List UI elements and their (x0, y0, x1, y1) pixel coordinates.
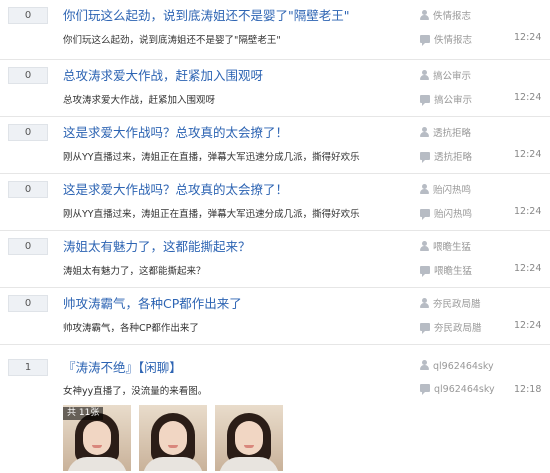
thread-abstract: 总攻涛求爱大作战，赶紧加入围观呀 (63, 95, 216, 106)
thread-author[interactable]: 夯民政局腊 (420, 296, 481, 310)
user-icon (420, 241, 429, 251)
author-name[interactable]: 贻闪热鸣 (433, 185, 471, 196)
thread-title-link[interactable]: 帅攻涛霸气，各种CP都作出来了 (63, 293, 242, 312)
last-replier[interactable]: ql962464sky (420, 384, 495, 395)
author-name[interactable]: 搞公审示 (433, 71, 471, 82)
thumbnail-image[interactable]: 共 11张 (63, 405, 131, 471)
thread-abstract: 涛姐太有魅力了，这都能撕起来？ (63, 266, 206, 277)
reply-time: 12:24 (514, 206, 542, 217)
reply-time: 12:24 (514, 32, 542, 43)
thread-row: 0 你们玩这么起劲，说到底涛姐还不是婴了"隔壁老王" 你们玩这么起劲，说到底涛姐… (0, 0, 550, 60)
last-replier[interactable]: 透抗拒略 (420, 149, 472, 163)
last-replier[interactable]: 喂瞻生猛 (420, 263, 472, 277)
thread-row: 0 这是求爱大作战吗？总攻真的太会撩了！ 刚从YY直播过来，涛姐正在直播，弹幕大… (0, 117, 550, 174)
last-replier[interactable]: 搞公审示 (420, 92, 472, 106)
last-replier-name[interactable]: 夯民政局腊 (434, 323, 482, 334)
reply-count: 0 (8, 238, 48, 255)
user-icon (420, 70, 429, 80)
reply-bubble-icon (420, 95, 430, 106)
thread-list: 0 你们玩这么起劲，说到底涛姐还不是婴了"隔壁老王" 你们玩这么起劲，说到底涛姐… (0, 0, 550, 473)
last-replier-name[interactable]: 贻闪热鸣 (434, 209, 472, 220)
reply-count: 0 (8, 7, 48, 24)
reply-count: 1 (8, 359, 48, 376)
reply-time: 12:24 (514, 92, 542, 103)
thread-title-link[interactable]: 这是求爱大作战吗？总攻真的太会撩了！ (63, 179, 288, 198)
thread-abstract: 刚从YY直播过来，涛姐正在直播，弹幕大军迅速分成几派，撕得好欢乐 (63, 152, 360, 163)
reply-time: 12:18 (514, 384, 542, 395)
user-icon (420, 360, 429, 370)
author-name[interactable]: 夯民政局腊 (433, 299, 481, 310)
thread-author[interactable]: 佚情报志 (420, 8, 471, 22)
reply-bubble-icon (420, 209, 430, 220)
author-name[interactable]: 透抗拒略 (433, 128, 471, 139)
thread-title-link[interactable]: 总攻涛求爱大作战，赶紧加入围观呀 (63, 65, 263, 84)
reply-count: 0 (8, 67, 48, 84)
thread-title-link[interactable]: 这是求爱大作战吗？总攻真的太会撩了！ (63, 122, 288, 141)
last-replier-name[interactable]: 喂瞻生猛 (434, 266, 472, 277)
thread-author[interactable]: 透抗拒略 (420, 125, 471, 139)
reply-count: 0 (8, 181, 48, 198)
thread-row: 1 『涛涛不绝』【闲聊】 女神yy直播了，没流量的来看图。 ql962464sk… (0, 345, 550, 473)
thread-row: 0 这是求爱大作战吗？总攻真的太会撩了！ 刚从YY直播过来，涛姐正在直播，弹幕大… (0, 174, 550, 231)
thread-row: 0 总攻涛求爱大作战，赶紧加入围观呀 总攻涛求爱大作战，赶紧加入围观呀 搞公审示… (0, 60, 550, 117)
thread-abstract: 女神yy直播了，没流量的来看图。 (63, 386, 208, 397)
user-icon (420, 298, 429, 308)
last-replier[interactable]: 贻闪热鸣 (420, 206, 472, 220)
thumbnail-image[interactable] (139, 405, 207, 471)
author-name[interactable]: 佚情报志 (433, 11, 471, 22)
reply-bubble-icon (420, 266, 430, 277)
reply-bubble-icon (420, 35, 430, 46)
thread-title-link[interactable]: 『涛涛不绝』【闲聊】 (63, 357, 182, 376)
author-name[interactable]: ql962464sky (433, 361, 494, 372)
image-count-badge: 共 11张 (63, 407, 104, 420)
user-icon (420, 127, 429, 137)
thread-author[interactable]: 喂瞻生猛 (420, 239, 471, 253)
user-icon (420, 10, 429, 20)
thumbnail-image[interactable] (215, 405, 283, 471)
thread-title-link[interactable]: 你们玩这么起劲，说到底涛姐还不是婴了"隔壁老王" (63, 5, 350, 24)
thread-author[interactable]: 贻闪热鸣 (420, 182, 471, 196)
reply-time: 12:24 (514, 263, 542, 274)
last-replier-name[interactable]: ql962464sky (434, 384, 495, 395)
reply-bubble-icon (420, 152, 430, 163)
thread-title-link[interactable]: 涛姐太有魅力了，这都能撕起来？ (63, 236, 251, 255)
thread-abstract: 你们玩这么起劲，说到底涛姐还不是婴了"隔壁老王" (63, 35, 281, 46)
last-replier-name[interactable]: 佚情报志 (434, 35, 472, 46)
reply-time: 12:24 (514, 320, 542, 331)
last-replier[interactable]: 佚情报志 (420, 32, 472, 46)
user-icon (420, 184, 429, 194)
thread-row: 0 帅攻涛霸气，各种CP都作出来了 帅攻涛霸气，各种CP都作出来了 夯民政局腊 … (0, 288, 550, 345)
last-replier[interactable]: 夯民政局腊 (420, 320, 482, 334)
last-replier-name[interactable]: 搞公审示 (434, 95, 472, 106)
reply-time: 12:24 (514, 149, 542, 160)
thread-author[interactable]: 搞公审示 (420, 68, 471, 82)
last-replier-name[interactable]: 透抗拒略 (434, 152, 472, 163)
author-name[interactable]: 喂瞻生猛 (433, 242, 471, 253)
reply-bubble-icon (420, 323, 430, 334)
reply-count: 0 (8, 295, 48, 312)
thread-author[interactable]: ql962464sky (420, 360, 494, 372)
thread-abstract: 刚从YY直播过来，涛姐正在直播，弹幕大军迅速分成几派，撕得好欢乐 (63, 209, 360, 220)
reply-bubble-icon (420, 384, 430, 395)
reply-count: 0 (8, 124, 48, 141)
thread-row: 0 涛姐太有魅力了，这都能撕起来？ 涛姐太有魅力了，这都能撕起来？ 喂瞻生猛 喂… (0, 231, 550, 288)
thread-abstract: 帅攻涛霸气，各种CP都作出来了 (63, 323, 199, 334)
